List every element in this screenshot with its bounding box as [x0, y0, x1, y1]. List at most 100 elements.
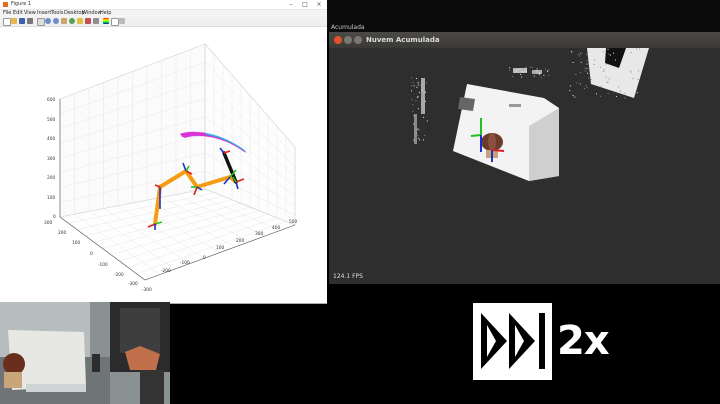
minimize-icon[interactable] — [344, 36, 352, 44]
hide-plot-tools-icon[interactable] — [119, 18, 125, 24]
menu-help[interactable]: Help — [100, 10, 111, 17]
save-icon[interactable] — [19, 18, 25, 24]
maximize-icon[interactable]: □ — [299, 0, 311, 9]
cloud-point — [415, 131, 417, 133]
print-icon[interactable] — [27, 18, 33, 24]
cloud-point — [525, 67, 527, 68]
cloud-point — [637, 79, 639, 81]
zoom-in-icon[interactable] — [45, 18, 51, 24]
cloud-point — [572, 62, 574, 63]
cloud-point — [630, 71, 632, 73]
cloud-point — [420, 84, 422, 86]
cloud-point — [586, 87, 588, 89]
cloud-point — [613, 52, 615, 54]
cloud-point — [594, 71, 596, 73]
cloud-point — [596, 82, 598, 84]
nuvem-acumulada-window: Nuvem Acumulada 124.1 FPS — [329, 32, 720, 284]
camera-frame — [0, 302, 170, 404]
cloud-point — [586, 68, 588, 70]
cloud-point — [533, 70, 535, 71]
x-tick: 0 — [203, 255, 206, 261]
cloud-point — [593, 64, 595, 65]
window-title-bar[interactable]: Nuvem Acumulada — [329, 32, 720, 48]
cloud-point — [516, 70, 518, 72]
cloud-point — [579, 83, 581, 85]
open-icon[interactable] — [11, 18, 17, 24]
cloud-point — [604, 51, 606, 53]
cloud-point — [607, 81, 609, 83]
x-tick: 200 — [236, 238, 244, 244]
cloud-point — [602, 51, 604, 53]
cloud-point — [419, 139, 420, 141]
menu-insert[interactable]: Insert — [37, 10, 51, 17]
cloud-point — [413, 85, 415, 87]
z-tick: 600 — [47, 97, 55, 103]
cloud-point — [629, 70, 631, 72]
new-file-icon[interactable] — [3, 18, 11, 26]
figure-toolbar — [0, 17, 327, 27]
rotate-icon[interactable] — [69, 18, 75, 24]
cloud-point — [413, 123, 415, 125]
cloud-point — [571, 52, 573, 54]
y-tick: -200 — [114, 272, 124, 278]
cloud-point — [583, 88, 585, 89]
cloud-point — [636, 48, 637, 50]
cloud-point — [576, 82, 578, 84]
brush-icon[interactable] — [85, 18, 91, 24]
cloud-point — [572, 95, 574, 96]
cloud-point — [586, 60, 588, 62]
insert-colorbar-icon[interactable] — [103, 18, 109, 24]
cloud-point — [580, 61, 582, 63]
cloud-point — [421, 94, 423, 96]
basketball — [3, 353, 25, 375]
cloud-point — [522, 69, 524, 70]
arrow-icon[interactable] — [37, 18, 45, 26]
cloud-point — [413, 115, 415, 117]
cloud-point — [590, 49, 592, 51]
cloud-point — [630, 77, 632, 79]
cloud-point — [628, 88, 630, 90]
zoom-out-icon[interactable] — [53, 18, 59, 24]
close-icon[interactable] — [334, 36, 342, 44]
cloud-point — [606, 81, 608, 83]
menu-tools[interactable]: Tools — [51, 10, 63, 17]
cloud-point — [620, 64, 622, 66]
cloud-point — [599, 66, 601, 68]
cloud-point — [419, 129, 421, 131]
cloud-point — [416, 96, 418, 98]
cloud-point — [416, 78, 418, 79]
cloud-point — [577, 53, 579, 55]
insert-legend-icon[interactable] — [111, 18, 119, 26]
point-cloud-viewport[interactable]: 124.1 FPS — [329, 48, 720, 284]
cloud-point — [636, 92, 638, 94]
3d-plot-axes[interactable]: 600 500 400 300 200 100 0 300 200 100 0 … — [0, 27, 327, 303]
cloud-point — [602, 52, 604, 54]
cloud-point — [592, 53, 593, 55]
cloud-point — [622, 90, 624, 92]
cloud-point — [411, 98, 413, 100]
menu-window[interactable]: Window — [82, 10, 102, 17]
z-tick: 0 — [53, 214, 56, 220]
cloud-point — [630, 84, 632, 86]
cloud-point — [548, 69, 550, 71]
axes-back-panes — [59, 43, 296, 281]
maximize-icon[interactable] — [354, 36, 362, 44]
minimize-icon[interactable]: – — [285, 0, 297, 9]
close-icon[interactable]: × — [313, 0, 325, 9]
menu-edit[interactable]: Edit — [13, 10, 23, 17]
link-icon[interactable] — [93, 18, 99, 24]
cloud-point — [416, 86, 418, 88]
cloud-point — [607, 93, 609, 94]
menu-file[interactable]: File — [3, 10, 11, 17]
point-cloud-box — [453, 84, 559, 181]
cloud-point — [600, 95, 602, 97]
pan-icon[interactable] — [61, 18, 67, 24]
cloud-point — [421, 110, 423, 112]
cloud-point — [544, 68, 546, 70]
menu-view[interactable]: View — [24, 10, 36, 17]
cloud-point — [413, 139, 415, 141]
cloud-point — [547, 70, 549, 72]
cloud-point — [584, 70, 586, 72]
cloud-point — [588, 77, 589, 79]
datatip-icon[interactable] — [77, 18, 83, 24]
